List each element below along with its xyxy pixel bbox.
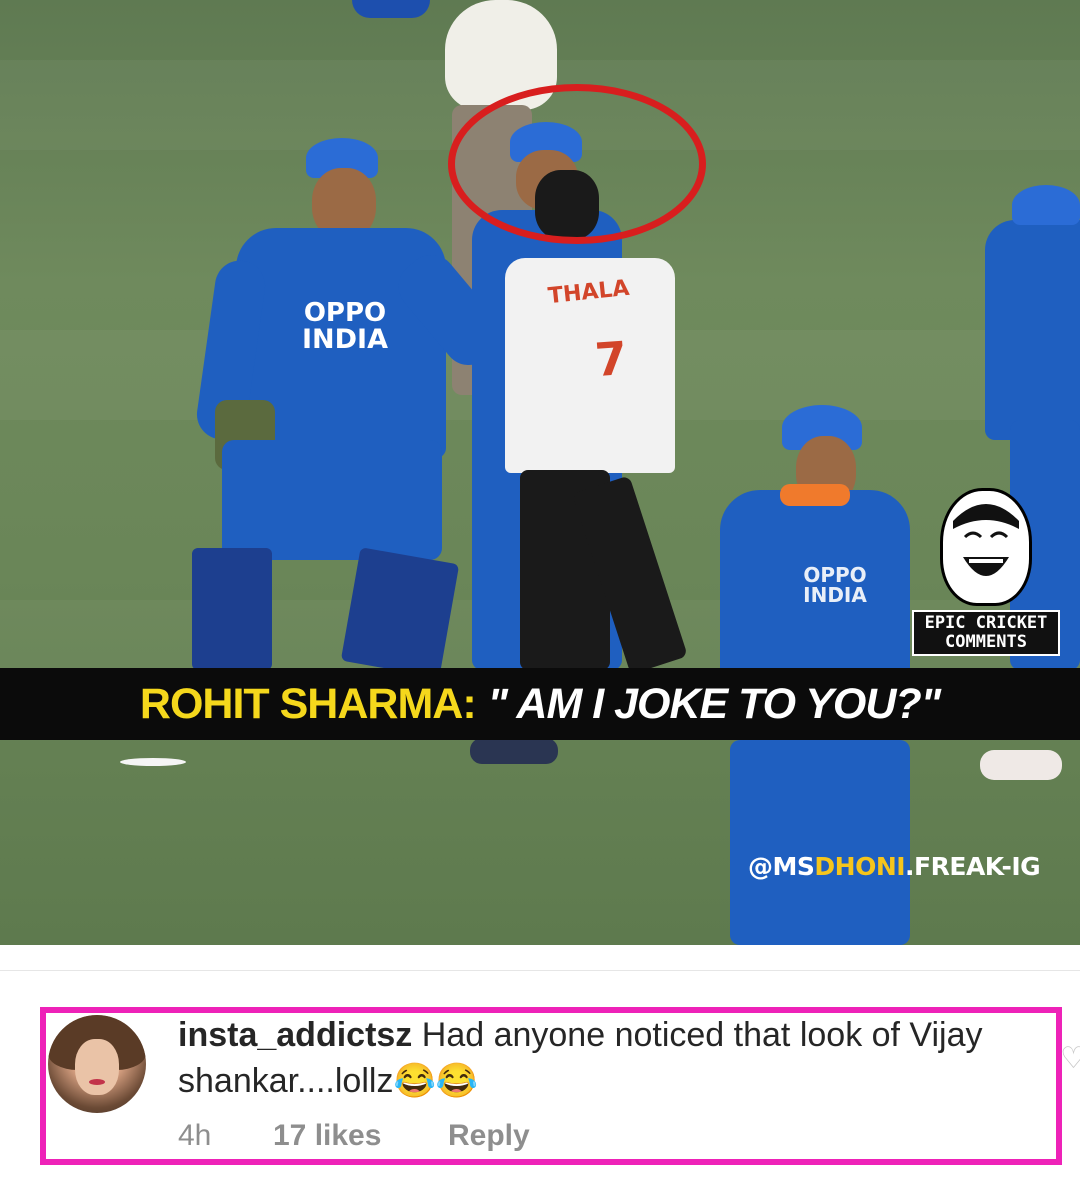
batting-pad bbox=[340, 547, 460, 678]
laughing-face-icon bbox=[940, 488, 1032, 606]
avatar[interactable] bbox=[48, 1015, 146, 1113]
fan-shoe bbox=[470, 738, 558, 764]
jersey-collar bbox=[780, 484, 850, 506]
player-trousers bbox=[730, 740, 910, 945]
shirt-number: 7 bbox=[593, 330, 629, 388]
player-trousers bbox=[222, 440, 442, 560]
divider bbox=[0, 970, 1080, 971]
comment-meta: 4h 17 likes Reply bbox=[178, 1116, 530, 1156]
player-cap bbox=[1012, 185, 1080, 225]
comment-username[interactable]: insta_addictsz bbox=[178, 1016, 412, 1054]
comment-likes[interactable]: 17 likes bbox=[273, 1119, 448, 1153]
avatar-lip bbox=[89, 1079, 105, 1085]
field-marker bbox=[120, 758, 186, 766]
post-image: OPPO INDIA THALA 7 OPPO INDIA ROHIT SHAR… bbox=[0, 0, 1080, 945]
player-shoe bbox=[980, 750, 1062, 780]
caption-speaker: ROHIT SHARMA: bbox=[139, 679, 477, 728]
jersey-sponsor: OPPO INDIA bbox=[803, 563, 867, 607]
jersey-sponsor: OPPO INDIA bbox=[302, 298, 388, 355]
comment-time: 4h bbox=[178, 1119, 212, 1152]
player-jersey bbox=[985, 220, 1080, 440]
bcci-crest bbox=[352, 0, 430, 18]
comment-body: insta_addictsz Had anyone noticed that l… bbox=[178, 1012, 1038, 1104]
epic-cricket-comments-logo: EPIC CRICKET COMMENTS bbox=[912, 488, 1060, 660]
watermark: @MSDHONI.FREAK-IG bbox=[748, 852, 1041, 881]
caption-quote: " AM I JOKE TO YOU?" bbox=[487, 679, 941, 728]
meme-caption: ROHIT SHARMA: " AM I JOKE TO YOU?" bbox=[0, 668, 1080, 740]
heart-icon[interactable]: ♡ bbox=[1060, 1044, 1080, 1074]
reply-button[interactable]: Reply bbox=[448, 1119, 530, 1153]
avatar-face bbox=[75, 1039, 119, 1095]
highlight-circle bbox=[448, 84, 706, 244]
batting-pad bbox=[192, 548, 272, 670]
logo-text: EPIC CRICKET COMMENTS bbox=[912, 610, 1060, 656]
